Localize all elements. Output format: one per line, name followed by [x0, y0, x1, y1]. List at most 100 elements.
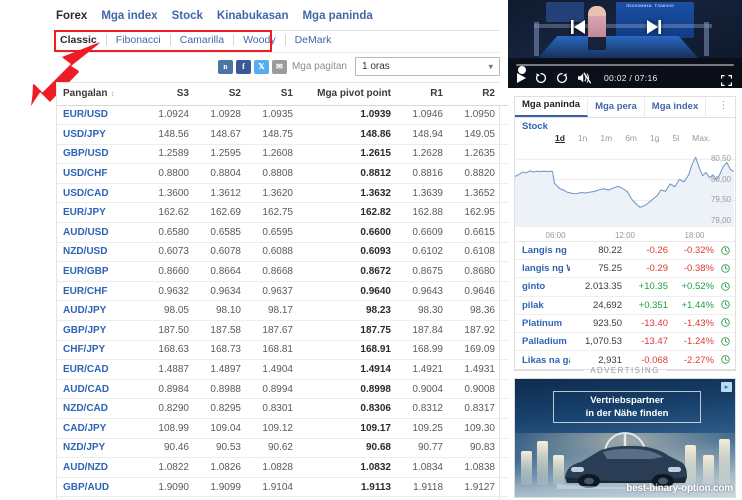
cell-instrument-name[interactable]: CAD/JPY [57, 418, 143, 439]
tab-fibonacci[interactable]: Fibonacci [105, 34, 170, 46]
column-header-s1[interactable]: S1 [247, 83, 299, 106]
tab-demark[interactable]: DeMark [284, 34, 341, 46]
column-header-s2[interactable]: S2 [195, 83, 247, 106]
table-row[interactable]: USD/CHF 0.8800 0.8804 0.8808 0.8812 0.8816 0.8… [57, 163, 508, 184]
quote-name[interactable]: Likas na gas [522, 355, 570, 366]
cell-instrument-name[interactable]: NZD/CAD [57, 398, 143, 419]
table-row[interactable]: GBP/USD 1.2589 1.2595 1.2608 1.2615 1.2628 1.2… [57, 144, 508, 165]
range-1m[interactable]: 1m [600, 133, 612, 143]
table-row[interactable]: NZD/JPY90.4690.5390.6290.6890.7790.8390.… [57, 438, 508, 459]
quote-row[interactable]: pilak 24,692 +0.351 +1.44% [515, 297, 735, 315]
cell-instrument-name[interactable]: USD/CAD [57, 183, 143, 204]
table-row[interactable]: GBP/AUD 1.9090 1.9099 1.9104 1.9113 1.9118 1.9… [57, 477, 508, 498]
cell-instrument-name[interactable]: USD/JPY [57, 124, 143, 145]
column-header-r3[interactable]: R3 [501, 83, 508, 106]
range-5y[interactable]: 5l [672, 133, 679, 143]
quote-row[interactable]: Palladium 1,070.53 -13.47 -1.24% [515, 333, 735, 352]
next-video-icon[interactable] [640, 17, 666, 37]
nav-item-stock[interactable]: Stock [172, 10, 203, 22]
cell-instrument-name[interactable]: GBP/JPY [57, 320, 143, 341]
sort-icon[interactable]: ↕ [110, 89, 114, 98]
chart-symbol-label[interactable]: Stock [515, 118, 735, 132]
table-row[interactable]: NZD/USD 0.6073 0.6078 0.6088 0.6093 0.6102 0.6… [57, 242, 508, 263]
column-header-pivot-point[interactable]: Mga pivot point [299, 83, 397, 106]
quote-name[interactable]: langis ng WTI [522, 263, 570, 274]
tab-camarilla[interactable]: Camarilla [169, 34, 233, 46]
kebab-menu-icon[interactable]: ⋮ [719, 101, 730, 111]
cell-instrument-name[interactable]: AUD/JPY [57, 300, 143, 322]
quote-name[interactable]: Langis ng Brent [522, 245, 570, 256]
table-row[interactable]: CAD/JPY 108.99 109.04 109.12 109.17 109.25 109… [57, 418, 508, 439]
table-row[interactable]: AUD/CAD 0.8984 0.8988 0.8994 0.8998 0.9004 0.9… [57, 379, 508, 400]
twitter-share-icon[interactable]: 𝕏 [253, 59, 269, 74]
market-tab-currencies[interactable]: Mga pera [588, 97, 645, 117]
previous-video-icon[interactable] [566, 17, 592, 37]
price-line-chart[interactable]: 80,50 80,00 79,50 79,00 06:00 12:00 18:00 [515, 145, 735, 241]
nav-item-futures[interactable]: Kinabukasan [217, 10, 289, 22]
cell-instrument-name[interactable]: GBP/USD [57, 144, 143, 165]
cell-instrument-name[interactable]: AUD/NZD [57, 457, 143, 478]
advertisement-banner[interactable]: Vertriebspartner in der Nähe finden ▸ bes… [514, 378, 736, 498]
market-tab-indices[interactable]: Mga index [645, 97, 707, 117]
cell-instrument-name[interactable]: GBP/AUD [57, 477, 143, 498]
table-row[interactable]: EUR/GBP 0.8660 0.8664 0.8668 0.8672 0.8675 0.8… [57, 261, 508, 282]
cell-instrument-name[interactable]: EUR/USD [57, 105, 143, 126]
table-row[interactable]: AUD/NZD 1.0822 1.0826 1.0828 1.0832 1.0834 1.0… [57, 457, 508, 478]
cell-instrument-name[interactable]: AUD/CAD [57, 379, 143, 400]
table-row[interactable]: NZD/CAD 0.8290 0.8295 0.8301 0.8306 0.8312 0.8… [57, 398, 508, 419]
quote-row[interactable]: ginto 2.013.35 +10.35 +0.52% [515, 278, 735, 297]
table-row[interactable]: GBP/JPY 187.50 187.58 187.67 187.75 187.84 187… [57, 320, 508, 341]
column-header-name[interactable]: Pangalan ↕ [57, 83, 143, 106]
cell-instrument-name[interactable]: NZD/USD [57, 242, 143, 263]
interval-select[interactable]: 1 oras ▾ [355, 57, 500, 76]
quote-row[interactable]: Platinum 923.50 -13.40 -1.43% [515, 315, 735, 333]
table-row[interactable]: USD/JPY 148.56 148.67 148.75 148.86 148.94 149… [57, 124, 508, 145]
table-row[interactable]: AUD/JPY98.0598.1098.1798.2398.3098.3698.… [57, 300, 508, 322]
nav-item-commodities[interactable]: Mga paninda [302, 10, 372, 22]
table-row[interactable]: CHF/JPY 168.63 168.73 168.81 168.91 168.99 169… [57, 340, 508, 361]
cell-instrument-name[interactable]: EUR/CAD [57, 359, 143, 380]
range-1w[interactable]: 1n [578, 133, 587, 143]
table-row[interactable]: EUR/JPY 162.62 162.69 162.75 162.82 162.88 162… [57, 202, 508, 224]
table-row[interactable]: USD/CAD 1.3600 1.3612 1.3620 1.3632 1.3639 1.3… [57, 183, 508, 204]
cell-instrument-name[interactable]: NZD/JPY [57, 438, 143, 459]
quote-name[interactable]: ginto [522, 281, 570, 292]
email-share-icon[interactable]: ✉ [271, 59, 287, 74]
nav-item-forex[interactable]: Forex [56, 10, 87, 22]
cell-instrument-name[interactable]: CHF/JPY [57, 340, 143, 361]
cell-instrument-name[interactable]: EUR/JPY [57, 202, 143, 224]
facebook-share-icon[interactable]: f [235, 59, 251, 74]
video-progress-bar[interactable] [516, 64, 734, 74]
table-row[interactable]: EUR/CHF 0.9632 0.9634 0.9637 0.9640 0.9643 0.9… [57, 281, 508, 302]
tab-classic[interactable]: Classic [60, 34, 106, 46]
range-6m[interactable]: 6m [625, 133, 637, 143]
quote-name[interactable]: pilak [522, 300, 570, 311]
table-row[interactable]: EUR/CAD 1.4887 1.4897 1.4904 1.4914 1.4921 1.4… [57, 359, 508, 380]
table-row[interactable]: AUD/USD 0.6580 0.6585 0.6595 0.6600 0.6609 0.6… [57, 222, 508, 243]
table-row[interactable]: EUR/USD 1.0924 1.0928 1.0935 1.0939 1.0946 1.0… [57, 105, 508, 126]
adchoices-icon[interactable]: ▸ [721, 382, 732, 392]
cell-instrument-name[interactable]: EUR/GBP [57, 261, 143, 282]
quote-row[interactable]: Langis ng Brent 80.22 -0.26 -0.32% [515, 242, 735, 261]
quote-name[interactable]: Platinum [522, 318, 570, 329]
column-header-r1[interactable]: R1 [397, 83, 449, 106]
fullscreen-icon[interactable] [721, 73, 732, 88]
video-player[interactable]: Экономика. Главное 00:02 / 07:16 [508, 0, 742, 88]
range-1d[interactable]: 1d [555, 133, 565, 143]
mute-icon[interactable] [577, 72, 591, 84]
rewind-10-icon[interactable] [535, 72, 547, 84]
column-header-r2[interactable]: R2 [449, 83, 501, 106]
vk-share-icon[interactable]: в [217, 59, 233, 74]
cell-instrument-name[interactable]: EUR/CHF [57, 281, 143, 302]
forward-10-icon[interactable] [556, 72, 568, 84]
range-1y[interactable]: 1g [650, 133, 659, 143]
range-max[interactable]: Max. [692, 133, 710, 143]
market-tab-commodities[interactable]: Mga paninda [515, 95, 589, 117]
column-header-s3[interactable]: S3 [143, 83, 195, 106]
quote-row[interactable]: langis ng WTI 75.25 -0.29 -0.38% [515, 260, 735, 279]
quote-name[interactable]: Palladium [522, 336, 570, 347]
nav-item-indices[interactable]: Mga index [101, 10, 157, 22]
play-icon[interactable] [517, 73, 526, 83]
tab-woody[interactable]: Woody [233, 34, 285, 46]
cell-instrument-name[interactable]: USD/CHF [57, 163, 143, 184]
